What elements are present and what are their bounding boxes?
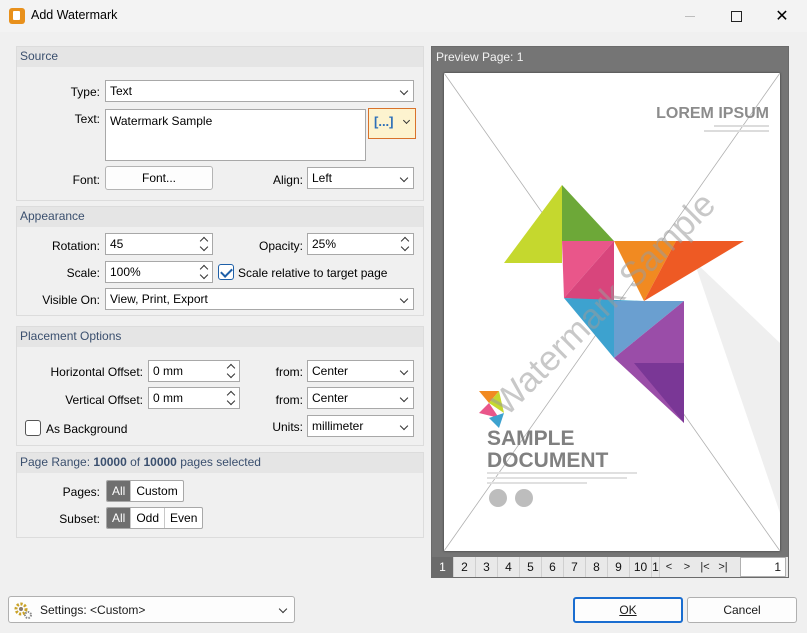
prev-page-icon[interactable]: <: [660, 557, 678, 577]
h-offset-spinner-icon[interactable]: [227, 362, 236, 380]
scale-label: Scale:: [66, 266, 100, 280]
type-select[interactable]: Text: [105, 80, 414, 102]
subset-label: Subset:: [59, 512, 100, 526]
visible-on-select[interactable]: View, Print, Export: [105, 288, 414, 310]
scale-spinner-icon[interactable]: [200, 263, 209, 281]
opacity-label: Opacity:: [258, 239, 303, 253]
opacity-input[interactable]: 25%: [307, 233, 414, 255]
font-button[interactable]: Font...: [105, 166, 213, 190]
page-navigator: 1 2 3 4 5 6 7 8 9 10 1 < > |< >| 1: [432, 557, 788, 577]
page-thumb-8[interactable]: 8: [586, 557, 608, 577]
page-thumb-7[interactable]: 7: [564, 557, 586, 577]
align-label: Align:: [272, 173, 303, 187]
source-header: Source: [17, 47, 423, 67]
h-offset-label: Horizontal Offset:: [50, 365, 143, 379]
rotation-spinner-icon[interactable]: [200, 235, 209, 253]
minimize-button[interactable]: [667, 0, 713, 32]
watermark-text-field[interactable]: Watermark Sample: [105, 109, 366, 161]
subset-all-option[interactable]: All: [107, 508, 132, 528]
units-label: Units:: [272, 420, 303, 434]
font-label: Font:: [72, 173, 100, 187]
page-thumb-6[interactable]: 6: [542, 557, 564, 577]
v-from-label: from:: [275, 393, 303, 407]
settings-select[interactable]: Settings: <Custom>: [8, 596, 295, 623]
page-thumb-1[interactable]: 1: [432, 557, 454, 577]
total-count: 10000: [143, 455, 177, 469]
next-page-icon[interactable]: >: [678, 557, 696, 577]
preview-page: LOREM IPSUM SAMPLE DOCUMENT Watermark Sa…: [444, 73, 780, 551]
close-button[interactable]: ✕: [759, 0, 805, 32]
page-thumb-11[interactable]: 1: [652, 557, 660, 577]
text-label: Text:: [74, 112, 100, 126]
placement-header: Placement Options: [17, 327, 423, 347]
chevron-down-icon: [402, 116, 411, 125]
title-bar: Add Watermark ✕: [0, 0, 807, 32]
maximize-button[interactable]: [713, 0, 759, 32]
subset-even-option[interactable]: Even: [165, 508, 202, 528]
appearance-header: Appearance: [17, 207, 423, 227]
v-offset-input[interactable]: 0 mm: [148, 387, 240, 409]
cancel-button[interactable]: Cancel: [687, 597, 797, 623]
pages-custom-option[interactable]: Custom: [131, 481, 182, 501]
selected-count: 10000: [93, 455, 127, 469]
page-thumb-3[interactable]: 3: [476, 557, 498, 577]
subset-toggle[interactable]: All Odd Even: [106, 507, 204, 529]
opacity-spinner-icon[interactable]: [401, 235, 410, 253]
h-offset-input[interactable]: 0 mm: [148, 360, 240, 382]
rotation-input[interactable]: 45: [105, 233, 213, 255]
page-thumb-9[interactable]: 9: [608, 557, 630, 577]
scale-input[interactable]: 100%: [105, 261, 213, 283]
preview-page-art: LOREM IPSUM SAMPLE DOCUMENT Watermark Sa…: [444, 73, 780, 551]
as-background-checkbox[interactable]: [25, 420, 41, 436]
insert-macro-button[interactable]: [...]: [368, 108, 416, 139]
page-thumb-5[interactable]: 5: [520, 557, 542, 577]
preview-doc-title-line1: SAMPLE: [487, 427, 575, 450]
page-thumb-2[interactable]: 2: [454, 557, 476, 577]
v-from-select[interactable]: Center: [307, 387, 414, 409]
last-page-icon[interactable]: >|: [714, 557, 732, 577]
pages-toggle[interactable]: All Custom: [106, 480, 184, 502]
settings-label: Settings: <Custom>: [40, 603, 146, 617]
align-select[interactable]: Left: [307, 167, 414, 189]
v-offset-spinner-icon[interactable]: [227, 389, 236, 407]
scale-relative-checkbox[interactable]: [218, 264, 234, 280]
subset-odd-option[interactable]: Odd: [131, 508, 166, 528]
window-title: Add Watermark: [31, 8, 118, 22]
page-range-header: Page Range: 10000 of 10000 pages selecte…: [17, 453, 423, 473]
pages-label: Pages:: [62, 485, 100, 499]
preview-heading-text: LOREM IPSUM: [656, 105, 769, 122]
preview-doc-title-line2: DOCUMENT: [487, 449, 608, 472]
page-thumb-10[interactable]: 10: [630, 557, 652, 577]
app-icon: [9, 8, 25, 24]
first-page-icon[interactable]: |<: [696, 557, 714, 577]
h-from-label: from:: [275, 365, 303, 379]
preview-title: Preview Page: 1: [436, 50, 524, 64]
v-offset-label: Vertical Offset:: [65, 393, 143, 407]
page-thumb-4[interactable]: 4: [498, 557, 520, 577]
visible-on-label: Visible On:: [42, 293, 100, 307]
units-select[interactable]: millimeter: [307, 415, 414, 437]
as-background-label: As Background: [46, 422, 128, 436]
pages-all-option[interactable]: All: [107, 481, 132, 501]
ok-button[interactable]: OK: [573, 597, 683, 623]
rotation-label: Rotation:: [51, 239, 100, 253]
scale-relative-label: Scale relative to target page: [238, 266, 388, 280]
page-number-input[interactable]: 1: [740, 557, 786, 577]
h-from-select[interactable]: Center: [307, 360, 414, 382]
gear-icon: [14, 602, 32, 619]
preview-panel: Preview Page: 1 LOREM IPSUM SAMPLE DOCUM…: [431, 46, 789, 578]
macro-brackets-icon: [...]: [374, 114, 394, 129]
type-label: Type:: [70, 85, 100, 99]
preview-watermark-text: Watermark Sample: [485, 185, 723, 423]
